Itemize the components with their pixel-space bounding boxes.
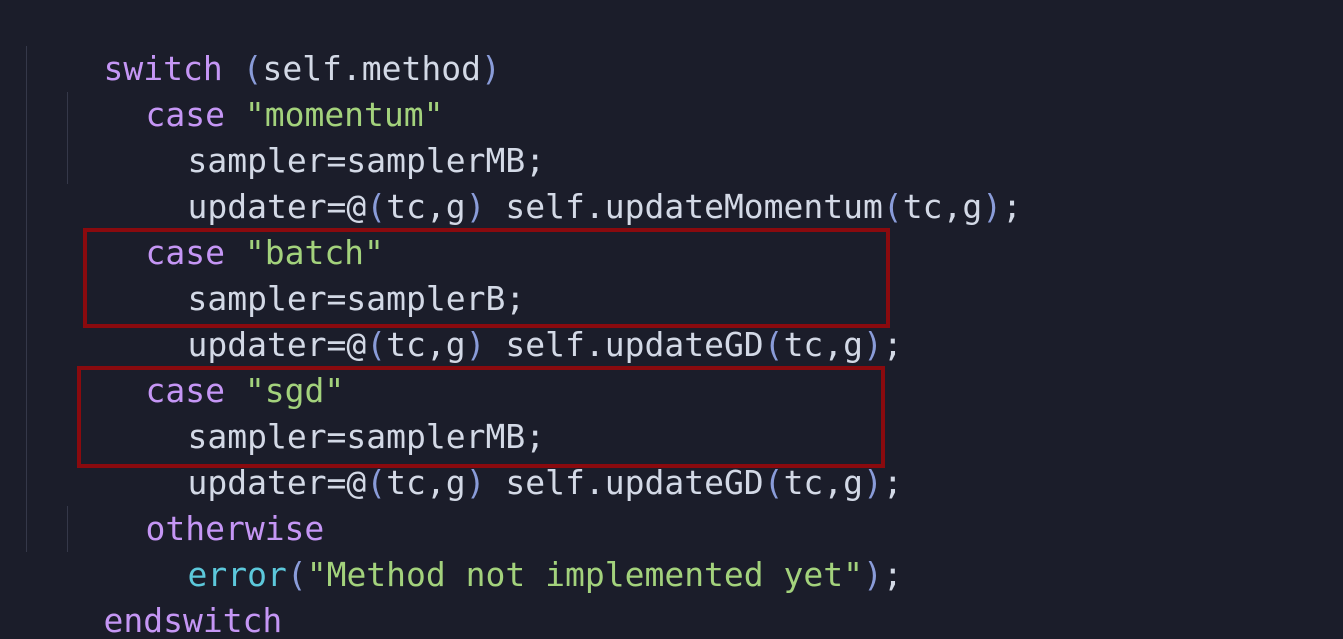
paren-close: ) <box>481 49 501 88</box>
string-literal: "Method not implemented yet" <box>306 555 863 594</box>
highlight-box-batch <box>83 228 890 328</box>
code-line-2[interactable]: case "momentum" <box>66 46 443 134</box>
code-line-4[interactable]: updater=@(tc,g) self.updateMomentum(tc,g… <box>108 138 1022 226</box>
code-editor[interactable]: switch (self.method) case "momentum" sam… <box>0 0 1343 639</box>
code-line-3[interactable]: sampler=samplerMB; <box>108 92 545 180</box>
code-line-12[interactable]: error("Method not implemented yet"); <box>108 506 902 594</box>
code-line-8[interactable]: case "sgd" <box>66 322 344 410</box>
keyword-endswitch: endswitch <box>103 601 283 639</box>
code-line-13[interactable]: endswitch <box>24 552 282 639</box>
highlight-box-sgd <box>77 366 885 468</box>
code-line-1[interactable]: switch (self.method) <box>24 0 500 88</box>
code-line-5[interactable]: case "batch" <box>66 184 383 272</box>
